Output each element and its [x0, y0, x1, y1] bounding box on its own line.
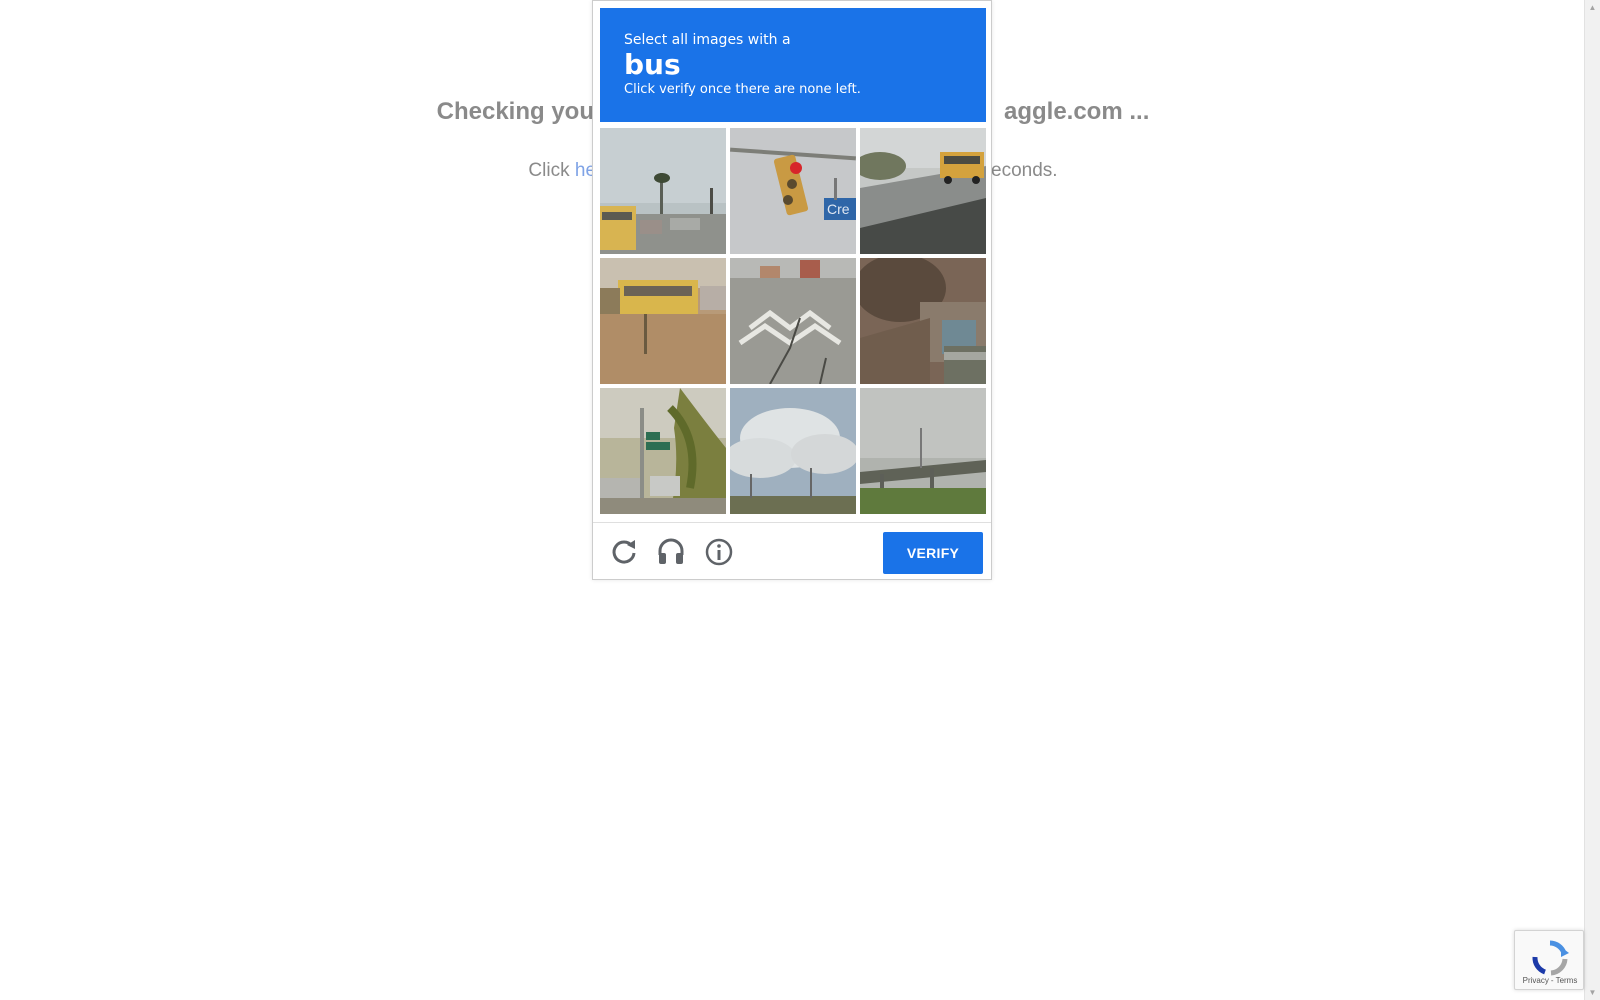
challenge-footer: VERIFY [593, 522, 991, 581]
tile-3-image [860, 128, 986, 254]
tile-4-image [600, 258, 726, 384]
scroll-up-arrow-icon[interactable]: ▲ [1585, 0, 1600, 15]
scroll-down-arrow-icon[interactable]: ▼ [1585, 985, 1600, 1000]
challenge-subinstruction: Click verify once there are none left. [624, 82, 861, 97]
page: Checking you aggle.com ... Click he econds… [0, 0, 1600, 1000]
page-heading-left: Checking you [436, 98, 594, 125]
verify-button[interactable]: VERIFY [883, 532, 983, 574]
challenge-target-object: bus [624, 48, 681, 81]
vertical-scrollbar[interactable]: ▲ ▼ [1584, 0, 1600, 1000]
tile-8-image [730, 388, 856, 514]
tile-2-image: Cre [730, 128, 856, 254]
image-tile-4[interactable] [600, 258, 726, 384]
page-subtext-prefix: Click [528, 160, 575, 181]
recaptcha-badge[interactable]: Privacy - Terms [1514, 930, 1584, 990]
image-grid: Cre [600, 128, 986, 514]
tile-9-image [860, 388, 986, 514]
image-tile-6[interactable] [860, 258, 986, 384]
tile-6-image [860, 258, 986, 384]
badge-separator: - [1550, 976, 1554, 985]
reload-icon[interactable] [609, 537, 639, 567]
image-tile-3[interactable] [860, 128, 986, 254]
headphones-icon[interactable] [656, 537, 686, 567]
terms-link[interactable]: Terms [1556, 976, 1578, 985]
image-tile-7[interactable] [600, 388, 726, 514]
tile-5-image [730, 258, 856, 384]
recaptcha-challenge-dialog: Select all images with a bus Click verif… [592, 0, 992, 580]
tile-1-image [600, 128, 726, 254]
recaptcha-logo-icon [1531, 939, 1569, 977]
svg-text:Cre: Cre [827, 201, 850, 217]
badge-links: Privacy - Terms [1515, 976, 1585, 985]
image-tile-8[interactable] [730, 388, 856, 514]
page-subtext-suffix: econds. [991, 160, 1058, 181]
image-tile-9[interactable] [860, 388, 986, 514]
page-heading-right: aggle.com ... [1003, 98, 1150, 125]
tile-7-image [600, 388, 726, 514]
image-tile-2[interactable]: Cre [730, 128, 856, 254]
image-tile-1[interactable] [600, 128, 726, 254]
info-icon[interactable] [704, 537, 734, 567]
privacy-link[interactable]: Privacy [1523, 976, 1549, 985]
challenge-instruction: Select all images with a [624, 32, 791, 48]
image-tile-5[interactable] [730, 258, 856, 384]
challenge-header: Select all images with a bus Click verif… [600, 8, 986, 122]
